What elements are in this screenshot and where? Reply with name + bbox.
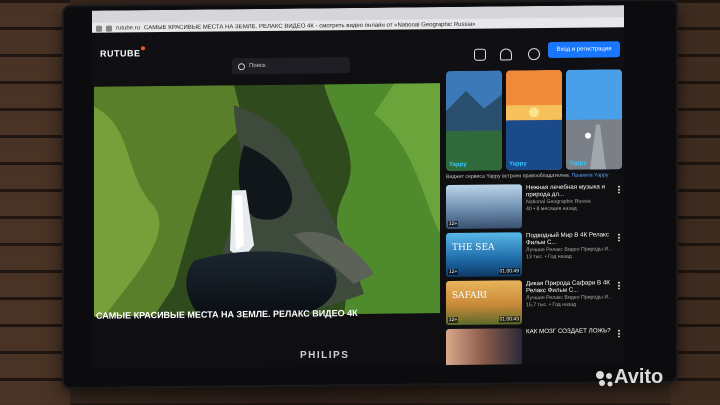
more-options-icon[interactable] bbox=[618, 329, 620, 338]
waterfall-scene bbox=[94, 83, 440, 317]
back-icon[interactable] bbox=[96, 25, 102, 32]
tv-brand-logo: PHILIPS bbox=[300, 350, 350, 361]
rutube-logo[interactable]: RUTUBE bbox=[100, 48, 141, 58]
recommendation-item[interactable]: SAFARI 12+ 01:00:43 Дикая Природа Сафари… bbox=[446, 279, 622, 327]
recommendation-title[interactable]: Дикая Природа Сафари В 4К Релакс Фильм С… bbox=[526, 279, 612, 294]
thumbnail-text: SAFARI bbox=[452, 290, 487, 302]
thumbnail-text: THE SEA bbox=[452, 242, 495, 254]
age-badge: 12+ bbox=[448, 268, 459, 276]
recommendation-meta: 40 • 8 месяцев назад bbox=[526, 205, 577, 213]
yappy-note-text: Виджет сервиса Yappy встроен правооблада… bbox=[446, 172, 571, 181]
recommendation-meta: 15,7 тыс. • Год назад bbox=[526, 301, 577, 309]
recommendation-item[interactable]: КАК МОЗГ СОЗДАЕТ ЛОЖЬ? bbox=[446, 327, 622, 369]
tv-screen: rutube.ru САМЫЕ КРАСИВЫЕ МЕСТА НА ЗЕМЛЕ.… bbox=[92, 5, 624, 369]
yappy-thumbnail bbox=[446, 70, 502, 172]
url-text[interactable]: rutube.ru bbox=[116, 25, 140, 31]
avito-logo-icon bbox=[596, 371, 613, 387]
yappy-card[interactable]: Yappy bbox=[506, 69, 562, 171]
yappy-thumbnail bbox=[566, 69, 622, 170]
search-placeholder: Поиск bbox=[249, 62, 266, 70]
age-badge: 12+ bbox=[448, 316, 459, 324]
duration-badge: 01:00:49 bbox=[498, 268, 520, 275]
yappy-label: Yappy bbox=[569, 160, 587, 167]
recommendation-channel[interactable]: Лучшие Релакс Видео Природы И... bbox=[526, 246, 612, 253]
avito-watermark: Avito bbox=[614, 366, 664, 388]
yappy-card[interactable]: Yappy bbox=[446, 70, 502, 172]
recommendation-thumbnail[interactable]: SAFARI 12+ 01:00:43 bbox=[446, 280, 522, 326]
bell-icon[interactable] bbox=[500, 48, 512, 61]
yappy-thumbnail bbox=[506, 69, 562, 171]
video-player[interactable] bbox=[94, 83, 440, 317]
login-button[interactable]: Вход и регистрация bbox=[548, 41, 620, 59]
recommendation-item[interactable]: THE SEA 12+ 01:00:49 Подводный Мир В 4К … bbox=[446, 231, 622, 279]
yappy-card[interactable]: Yappy bbox=[566, 69, 622, 170]
yappy-label: Yappy bbox=[509, 161, 527, 168]
recommendation-item[interactable]: 12+ Нежная лечебная музыка и природа дл.… bbox=[446, 183, 622, 231]
recommendation-title[interactable]: Нежная лечебная музыка и природа дл... bbox=[526, 183, 612, 198]
brick-wall-left bbox=[0, 0, 70, 405]
recommendation-thumbnail[interactable] bbox=[446, 328, 522, 369]
video-title: САМЫЕ КРАСИВЫЕ МЕСТА НА ЗЕМЛЕ. РЕЛАКС ВИ… bbox=[96, 308, 358, 321]
upload-icon[interactable] bbox=[474, 48, 486, 61]
reload-icon[interactable] bbox=[106, 25, 112, 32]
recommendation-channel[interactable]: Лучшие Релакс Видео Природы И... bbox=[526, 294, 612, 301]
recommendation-channel[interactable]: National Geographic Russia bbox=[526, 199, 591, 206]
search-input[interactable]: Поиск bbox=[232, 57, 350, 75]
recommendation-thumbnail[interactable]: 12+ bbox=[446, 184, 522, 230]
more-options-icon[interactable] bbox=[618, 281, 620, 290]
age-badge: 12+ bbox=[448, 220, 459, 228]
recommendation-meta: 13 тыс. • Год назад bbox=[526, 253, 572, 261]
more-options-icon[interactable] bbox=[618, 233, 620, 242]
recommendation-title[interactable]: Подводный Мир В 4К Релакс Фильм С... bbox=[526, 231, 612, 246]
more-options-icon[interactable] bbox=[618, 185, 620, 194]
theme-icon[interactable] bbox=[528, 48, 540, 61]
yappy-rules-link[interactable]: Правила Yappy bbox=[572, 172, 609, 178]
recommendation-title[interactable]: КАК МОЗГ СОЗДАЕТ ЛОЖЬ? bbox=[526, 327, 612, 335]
brick-wall-right bbox=[670, 0, 720, 405]
yappy-note: Виджет сервиса Yappy встроен правооблада… bbox=[446, 172, 608, 180]
yappy-label: Yappy bbox=[449, 161, 467, 169]
recommendation-thumbnail[interactable]: THE SEA 12+ 01:00:49 bbox=[446, 232, 522, 278]
search-icon bbox=[238, 62, 245, 70]
duration-badge: 01:00:43 bbox=[498, 316, 520, 323]
browser-chrome: rutube.ru САМЫЕ КРАСИВЫЕ МЕСТА НА ЗЕМЛЕ.… bbox=[92, 5, 624, 33]
